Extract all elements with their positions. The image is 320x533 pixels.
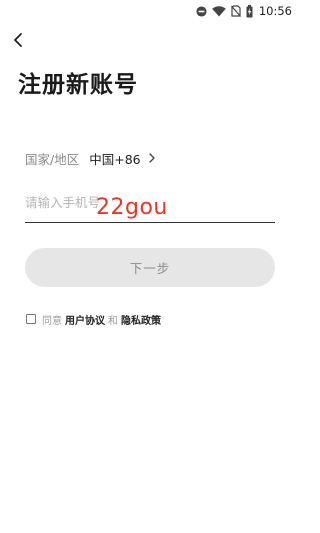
region-value[interactable]: 中国+86: [89, 149, 140, 168]
watermark: 22gou: [96, 195, 168, 220]
next-button[interactable]: 下一步: [25, 248, 275, 287]
region-selector[interactable]: 国家/地区 中国+86: [25, 148, 155, 168]
chevron-left-icon: [12, 32, 24, 48]
chevron-right-icon[interactable]: [148, 153, 155, 163]
user-agreement-link[interactable]: 用户协议: [65, 312, 105, 327]
agree-prefix: 同意: [42, 315, 62, 327]
status-time: 10:56: [258, 4, 292, 18]
status-bar: 10:56: [0, 0, 300, 22]
agree-and: 和: [108, 315, 118, 327]
region-label: 国家/地区: [25, 151, 80, 167]
do-not-disturb-icon: [196, 5, 207, 17]
back-button[interactable]: [6, 28, 30, 52]
battery-charging-icon: [246, 4, 253, 18]
agree-checkbox[interactable]: [26, 314, 36, 324]
no-sim-icon: [230, 5, 241, 17]
agreement-row: 同意 用户协议 和 隐私政策: [26, 311, 164, 327]
wifi-icon: [212, 5, 226, 17]
privacy-policy-link[interactable]: 隐私政策: [121, 312, 161, 327]
page-title: 注册新账号: [18, 72, 138, 98]
status-icons: 10:56: [196, 4, 292, 18]
